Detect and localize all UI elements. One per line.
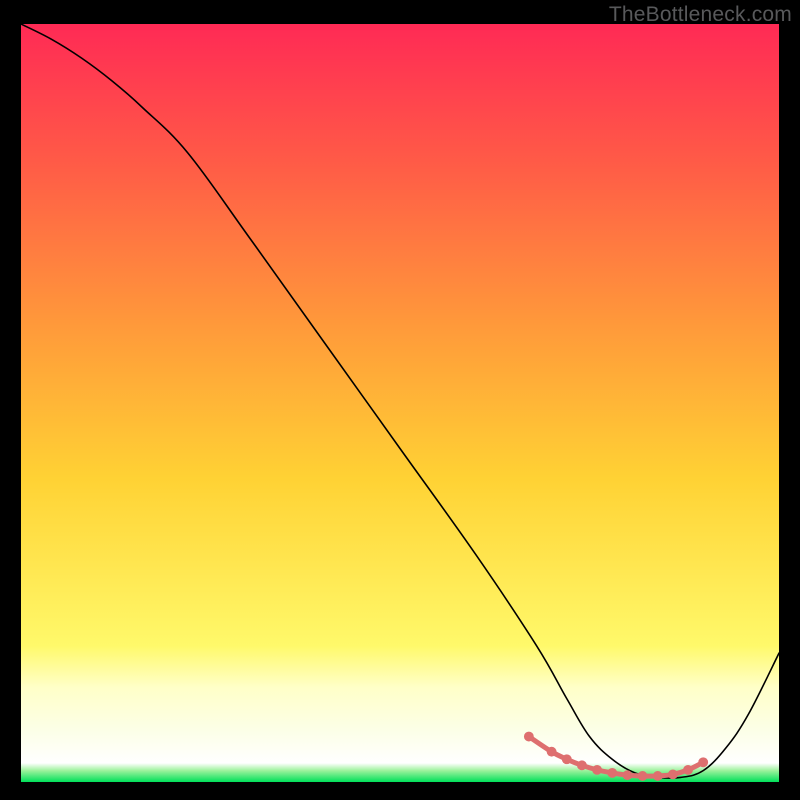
- plot-area: [21, 24, 779, 782]
- trough-marker: [622, 770, 632, 780]
- trough-marker: [683, 765, 693, 775]
- trough-marker: [698, 757, 708, 767]
- trough-marker: [653, 771, 663, 781]
- chart-svg: [21, 24, 779, 782]
- chart-frame: TheBottleneck.com: [0, 0, 800, 800]
- trough-marker: [668, 769, 678, 779]
- trough-marker: [592, 765, 602, 775]
- trough-marker: [638, 771, 648, 781]
- gradient-background: [21, 24, 779, 782]
- trough-marker: [577, 760, 587, 770]
- watermark-text: TheBottleneck.com: [609, 3, 792, 27]
- trough-marker: [547, 747, 557, 757]
- trough-marker: [524, 732, 534, 742]
- trough-marker: [562, 754, 572, 764]
- trough-marker: [607, 768, 617, 778]
